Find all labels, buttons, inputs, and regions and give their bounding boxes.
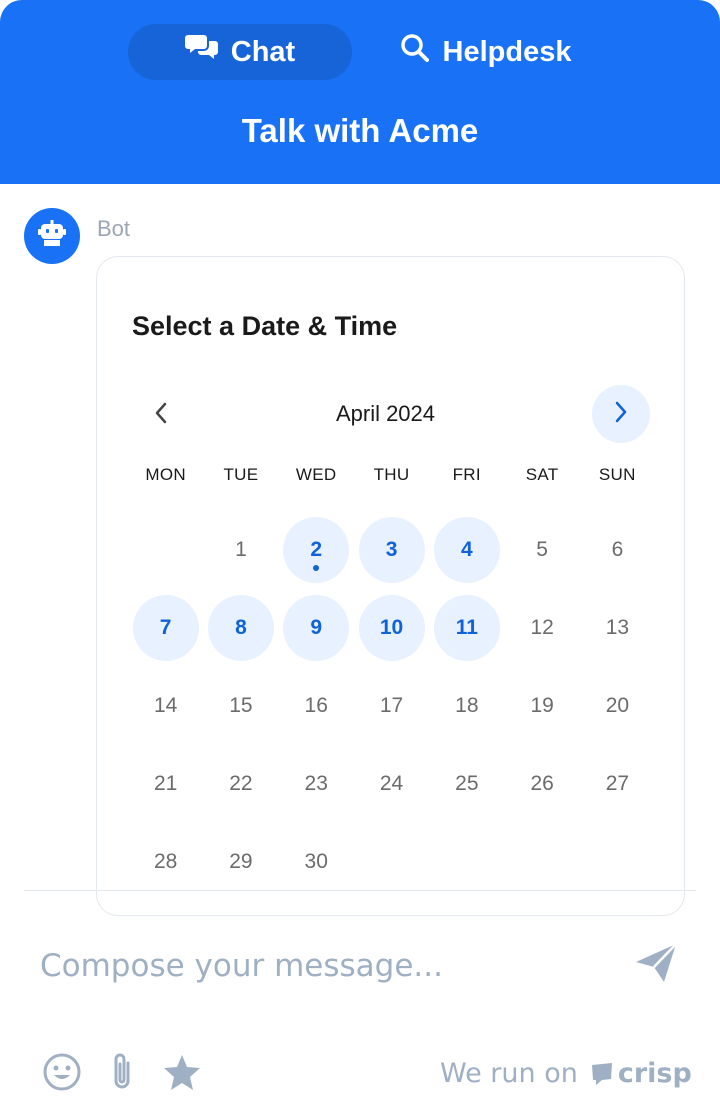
empty-day-cell	[128, 511, 203, 589]
paper-plane-icon	[634, 942, 678, 989]
available-day-button[interactable]: 9	[279, 589, 354, 667]
day-number: 7	[159, 616, 172, 639]
smiley-icon	[42, 1052, 82, 1097]
day-number: 15	[229, 694, 253, 717]
unavailable-day: 21	[128, 745, 203, 823]
weekday-label: THU	[373, 465, 410, 484]
unavailable-day: 18	[429, 667, 504, 745]
emoji-button[interactable]	[40, 1052, 84, 1096]
unavailable-day: 16	[279, 667, 354, 745]
day-number: 24	[379, 772, 404, 795]
unavailable-day: 25	[429, 745, 504, 823]
unavailable-day: 5	[504, 511, 579, 589]
day-number: 1	[235, 538, 247, 561]
crisp-bubble-icon	[591, 1062, 612, 1085]
weekday-label: TUE	[223, 465, 259, 484]
unavailable-day: 22	[203, 745, 278, 823]
powered-text: We run on	[440, 1058, 578, 1089]
day-number: 20	[605, 694, 630, 717]
weekday-label: SAT	[525, 465, 559, 484]
day-number: 28	[153, 850, 178, 873]
day-number: 8	[235, 616, 247, 639]
unavailable-day: 13	[580, 589, 655, 667]
tab-helpdesk[interactable]: Helpdesk	[380, 24, 590, 80]
day-number: 16	[304, 694, 328, 717]
unavailable-day: 20	[580, 667, 655, 745]
day-number: 19	[530, 694, 554, 717]
day-number: 9	[310, 616, 323, 639]
next-month-button[interactable]	[592, 385, 650, 443]
header-title: Talk with Acme	[241, 112, 479, 149]
day-number: 2	[310, 538, 323, 561]
day-number: 6	[611, 538, 624, 561]
unavailable-day: 24	[354, 745, 429, 823]
available-day-button[interactable]: 3	[354, 511, 429, 589]
attach-file-button[interactable]	[100, 1052, 144, 1096]
day-number: 22	[229, 772, 253, 795]
day-number: 27	[605, 772, 630, 795]
day-number: 13	[605, 616, 630, 639]
crisp-logo: crisp	[590, 1058, 692, 1089]
tab-helpdesk-label: Helpdesk	[442, 35, 572, 68]
day-number: 12	[530, 616, 554, 639]
unavailable-day: 1	[203, 511, 278, 589]
chevron-right-icon	[613, 401, 629, 428]
unavailable-day: 19	[504, 667, 579, 745]
powered-by[interactable]: We run on crisp	[440, 1058, 692, 1089]
weekday-header: MON TUE WED THU FRI SAT SUN	[128, 465, 655, 485]
day-number: 23	[304, 772, 328, 795]
day-number: 18	[455, 694, 479, 717]
unavailable-day: 17	[354, 667, 429, 745]
unavailable-day: 6	[580, 511, 655, 589]
chat-header: Chat Helpdesk Talk with Acme	[0, 0, 720, 184]
tab-chat[interactable]: Chat	[128, 24, 352, 80]
day-number: 25	[455, 772, 479, 795]
day-number: 14	[153, 694, 178, 717]
unavailable-day: 26	[504, 745, 579, 823]
unavailable-day: 23	[279, 745, 354, 823]
rate-button[interactable]	[160, 1052, 204, 1096]
day-number: 11	[455, 616, 478, 639]
bot-avatar	[24, 208, 80, 264]
unavailable-day: 12	[504, 589, 579, 667]
weekday-label: SUN	[598, 465, 636, 484]
available-day-button[interactable]: 11	[429, 589, 504, 667]
tab-chat-label: Chat	[230, 35, 296, 68]
scheduler-title: Select a Date & Time	[132, 311, 398, 341]
search-icon	[399, 32, 443, 72]
available-day-button[interactable]: 7	[128, 589, 203, 667]
weekday-label: FRI	[452, 465, 481, 484]
day-number: 4	[460, 538, 473, 561]
robot-icon	[37, 219, 67, 254]
available-day-button[interactable]: 8	[203, 589, 278, 667]
composer-divider	[24, 890, 696, 891]
available-day-button[interactable]: 10	[354, 589, 429, 667]
sender-name: Bot	[97, 216, 131, 241]
month-text: April 2024	[335, 401, 436, 426]
available-day-button[interactable]: 2	[279, 511, 354, 589]
chat-bubbles-icon	[184, 33, 231, 71]
unavailable-day: 27	[580, 745, 655, 823]
day-number: 17	[379, 694, 404, 717]
day-number: 10	[379, 616, 404, 639]
weekday-label: WED	[295, 465, 337, 484]
unavailable-day: 15	[203, 667, 278, 745]
day-number: 29	[229, 850, 253, 873]
day-number: 3	[385, 538, 398, 561]
today-indicator-dot	[313, 565, 320, 571]
send-button[interactable]	[630, 940, 682, 990]
calendar-grid: 1 2 3 4 5 6 7 8 9 10 11 12 13 14 15 16 17 18 19 20 21 22 23 24 2…	[128, 511, 655, 901]
crisp-brand: crisp	[617, 1058, 692, 1089]
unavailable-day: 14	[128, 667, 203, 745]
day-number: 5	[536, 538, 548, 561]
day-number: 26	[530, 772, 554, 795]
paperclip-icon	[108, 1051, 136, 1098]
day-number: 21	[153, 772, 178, 795]
available-day-button[interactable]: 4	[429, 511, 504, 589]
weekday-label: MON	[145, 465, 186, 484]
day-number: 30	[304, 850, 328, 873]
scheduler-card: Select a Date & Time April 2024 MON TUE WE…	[96, 256, 685, 916]
message-input[interactable]	[40, 942, 600, 990]
star-icon	[162, 1053, 202, 1096]
